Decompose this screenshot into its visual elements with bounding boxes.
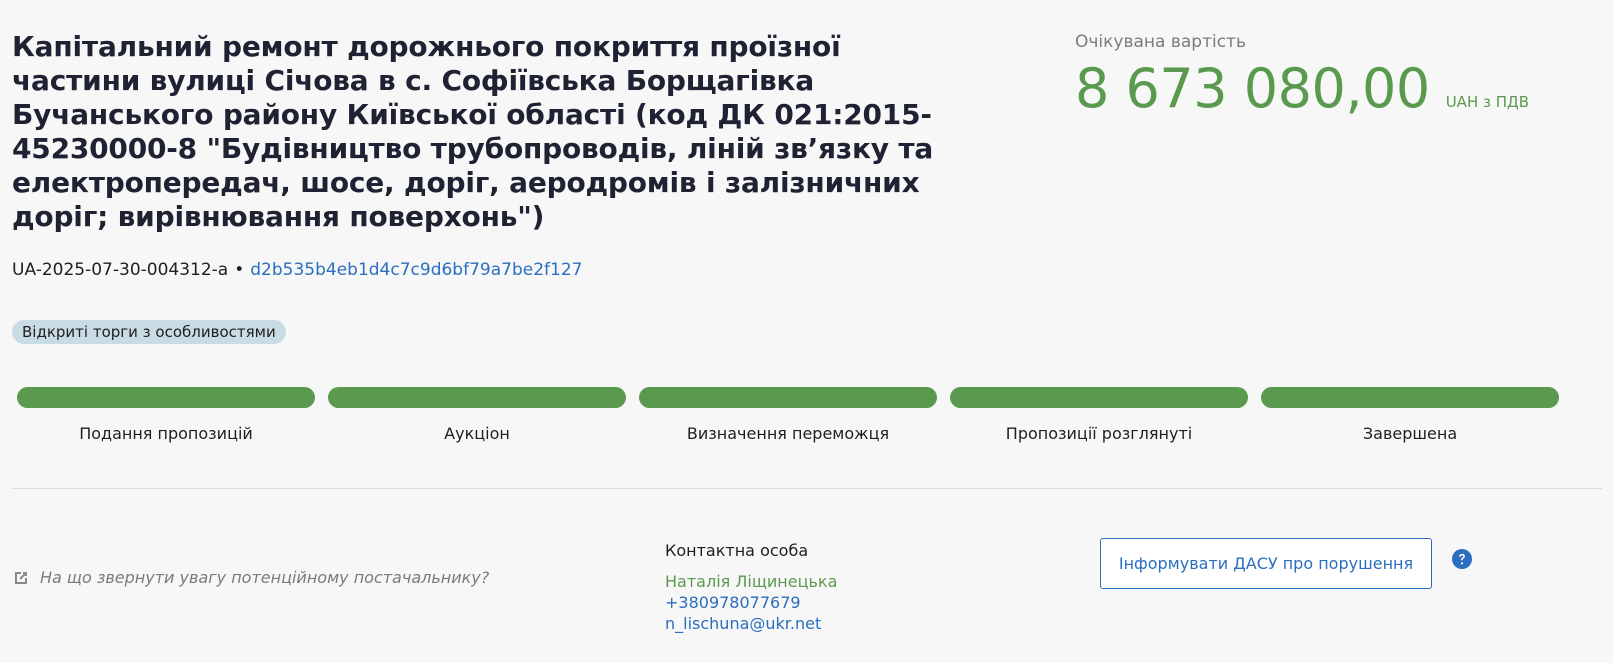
stage-winner-selection: Визначення переможця (639, 387, 937, 443)
stage-auction: Аукціон (328, 387, 626, 443)
stage-label: Подання пропозицій (79, 424, 253, 443)
contact-person: Контактна особа Наталія Ліщинецька +3809… (665, 540, 837, 634)
stage-submission: Подання пропозицій (17, 387, 315, 443)
stage-progress-bar (1261, 387, 1559, 408)
contact-email-link[interactable]: n_lischuna@ukr.net (665, 614, 821, 633)
report-violation-button[interactable]: Інформувати ДАСУ про порушення (1100, 538, 1432, 589)
stage-progress-bar (639, 387, 937, 408)
tender-hash-link[interactable]: d2b535b4eb1d4c7c9d6bf79a7be2f127 (250, 260, 582, 280)
tender-stages: Подання пропозицій Аукціон Визначення пе… (17, 387, 1562, 457)
id-separator: • (234, 260, 245, 280)
supplier-hint-text: На що звернути увагу потенційному постач… (40, 568, 490, 587)
tender-title: Капітальний ремонт дорожнього покриття п… (12, 30, 934, 233)
question-circle-icon[interactable] (1452, 549, 1472, 569)
expected-value-row: 8 673 080,00 UAH з ПДВ (1075, 58, 1595, 120)
expected-value: Очікувана вартість 8 673 080,00 UAH з ПД… (1075, 30, 1595, 120)
stage-progress-bar (328, 387, 626, 408)
procedure-type-badge: Відкриті торги з особливостями (12, 320, 286, 344)
supplier-hint-link[interactable]: На що звернути увагу потенційному постач… (12, 568, 489, 587)
expected-value-amount: 8 673 080,00 (1075, 57, 1430, 120)
stage-label: Завершена (1362, 424, 1458, 443)
stage-completed: Завершена (1261, 387, 1559, 443)
section-divider (12, 488, 1602, 489)
contact-heading: Контактна особа (665, 541, 809, 560)
contact-phone-link[interactable]: +380978077679 (665, 593, 801, 612)
expected-value-currency: UAH з ПДВ (1445, 93, 1530, 111)
contact-name: Наталія Ліщинецька (665, 572, 838, 591)
stage-progress-bar (17, 387, 315, 408)
stage-progress-bar (950, 387, 1248, 408)
stage-label: Аукціон (444, 424, 510, 443)
tender-identifiers: UA-2025-07-30-004312-a • d2b535b4eb1d4c7c9… (12, 258, 582, 282)
stage-label: Пропозиції розглянуті (1005, 424, 1193, 443)
tender-page: Капітальний ремонт дорожнього покриття п… (0, 0, 1613, 663)
tender-id: UA-2025-07-30-004312-a (12, 260, 229, 280)
stage-label: Визначення переможця (686, 424, 890, 443)
external-link-icon (15, 571, 27, 584)
stage-proposals-reviewed: Пропозиції розглянуті (950, 387, 1248, 443)
expected-value-label: Очікувана вартість (1075, 32, 1246, 52)
